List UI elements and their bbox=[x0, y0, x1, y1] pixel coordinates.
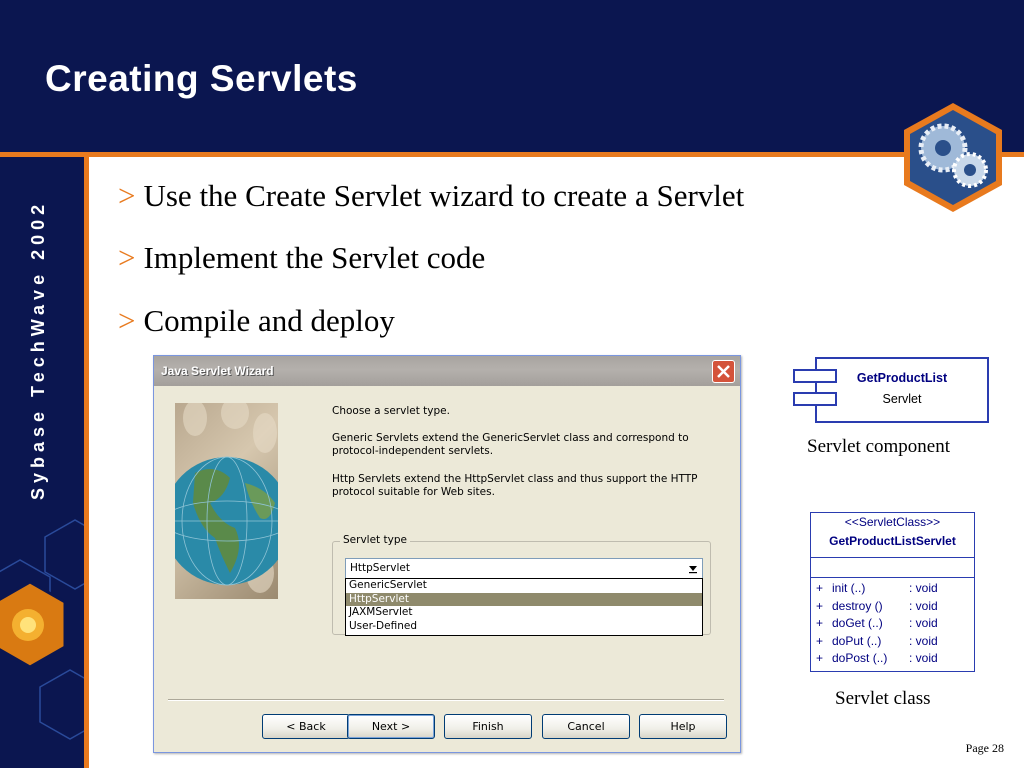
servlet-type-select[interactable]: HttpServlet bbox=[345, 558, 703, 579]
class-caption: Servlet class bbox=[835, 688, 931, 709]
op-name: doPut (..) bbox=[832, 634, 882, 648]
servlet-type-options: GenericServlet HttpServlet JAXMServlet U… bbox=[345, 578, 703, 636]
class-divider bbox=[811, 577, 974, 578]
bullet-text: Use the Create Servlet wizard to create … bbox=[143, 178, 745, 213]
close-icon[interactable] bbox=[712, 360, 735, 383]
bullet-marker: > bbox=[118, 240, 136, 275]
bullet-text: Implement the Servlet code bbox=[143, 240, 486, 275]
component-name: GetProductList bbox=[856, 371, 948, 385]
component-type: Servlet bbox=[882, 392, 922, 406]
op-name: destroy () bbox=[832, 599, 883, 613]
http-description: Http Servlets extend the HttpServlet cla… bbox=[332, 473, 698, 498]
gear-logo bbox=[898, 100, 1008, 215]
class-operation: + destroy () : void bbox=[816, 599, 938, 613]
finish-button[interactable]: Finish bbox=[444, 714, 532, 739]
page-number: Page 28 bbox=[965, 741, 1004, 755]
component-port bbox=[793, 392, 837, 406]
cancel-button[interactable]: Cancel bbox=[542, 714, 630, 739]
op-visibility: + bbox=[816, 651, 824, 665]
bullet-marker: > bbox=[118, 303, 136, 338]
chevron-down-icon[interactable] bbox=[685, 560, 701, 576]
globe-image bbox=[175, 403, 278, 599]
servlet-class-box: <<ServletClass>> GetProductListServlet +… bbox=[810, 512, 975, 672]
class-stereotype: <<ServletClass>> bbox=[844, 515, 941, 529]
back-button[interactable]: < Back bbox=[262, 714, 350, 739]
bullet-item: > Use the Create Servlet wizard to create… bbox=[118, 178, 744, 214]
header-divider bbox=[0, 152, 1024, 157]
servlet-wizard-dialog: Java Servlet Wizard Choose a servlet typ… bbox=[153, 355, 741, 753]
selected-value: HttpServlet bbox=[350, 562, 410, 574]
op-return: : void bbox=[909, 581, 938, 595]
class-operation: + init (..) : void bbox=[816, 581, 938, 595]
dialog-titlebar: Java Servlet Wizard bbox=[154, 356, 740, 386]
op-name: doGet (..) bbox=[832, 616, 883, 630]
op-return: : void bbox=[909, 651, 938, 665]
op-name: doPost (..) bbox=[832, 651, 888, 665]
op-return: : void bbox=[909, 634, 938, 648]
button-separator bbox=[168, 699, 724, 701]
class-name: GetProductListServlet bbox=[829, 534, 956, 548]
class-operation: + doGet (..) : void bbox=[816, 616, 938, 630]
option-jaxm-servlet[interactable]: JAXMServlet bbox=[346, 606, 702, 620]
event-branding: Sybase TechWave 2002 bbox=[28, 199, 48, 500]
op-visibility: + bbox=[816, 616, 824, 630]
intro-text: Choose a servlet type. bbox=[332, 405, 450, 417]
dialog-title: Java Servlet Wizard bbox=[161, 364, 274, 378]
bullet-text: Compile and deploy bbox=[143, 303, 395, 338]
op-name: init (..) bbox=[832, 581, 866, 595]
bullet-item: > Compile and deploy bbox=[118, 303, 395, 339]
component-caption: Servlet component bbox=[807, 436, 950, 457]
sidebar-divider bbox=[84, 157, 89, 768]
option-user-defined[interactable]: User-Defined bbox=[346, 620, 702, 634]
component-port bbox=[793, 369, 837, 383]
help-button[interactable]: Help bbox=[639, 714, 727, 739]
op-visibility: + bbox=[816, 581, 824, 595]
op-return: : void bbox=[909, 599, 938, 613]
op-visibility: + bbox=[816, 634, 824, 648]
class-operation: + doPut (..) : void bbox=[816, 634, 938, 648]
op-visibility: + bbox=[816, 599, 824, 613]
option-http-servlet[interactable]: HttpServlet bbox=[346, 592, 702, 606]
bullet-item: > Implement the Servlet code bbox=[118, 240, 485, 276]
op-return: : void bbox=[909, 616, 938, 630]
slide-title: Creating Servlets bbox=[45, 58, 358, 99]
generic-description: Generic Servlets extend the GenericServl… bbox=[332, 432, 689, 457]
class-operation: + doPost (..) : void bbox=[816, 651, 938, 665]
bullet-marker: > bbox=[118, 178, 136, 213]
option-generic-servlet[interactable]: GenericServlet bbox=[346, 579, 702, 593]
servlet-type-label: Servlet type bbox=[340, 534, 410, 546]
class-divider bbox=[811, 557, 974, 558]
next-button[interactable]: Next > bbox=[347, 714, 435, 739]
servlet-component-box: GetProductList Servlet bbox=[815, 357, 989, 423]
